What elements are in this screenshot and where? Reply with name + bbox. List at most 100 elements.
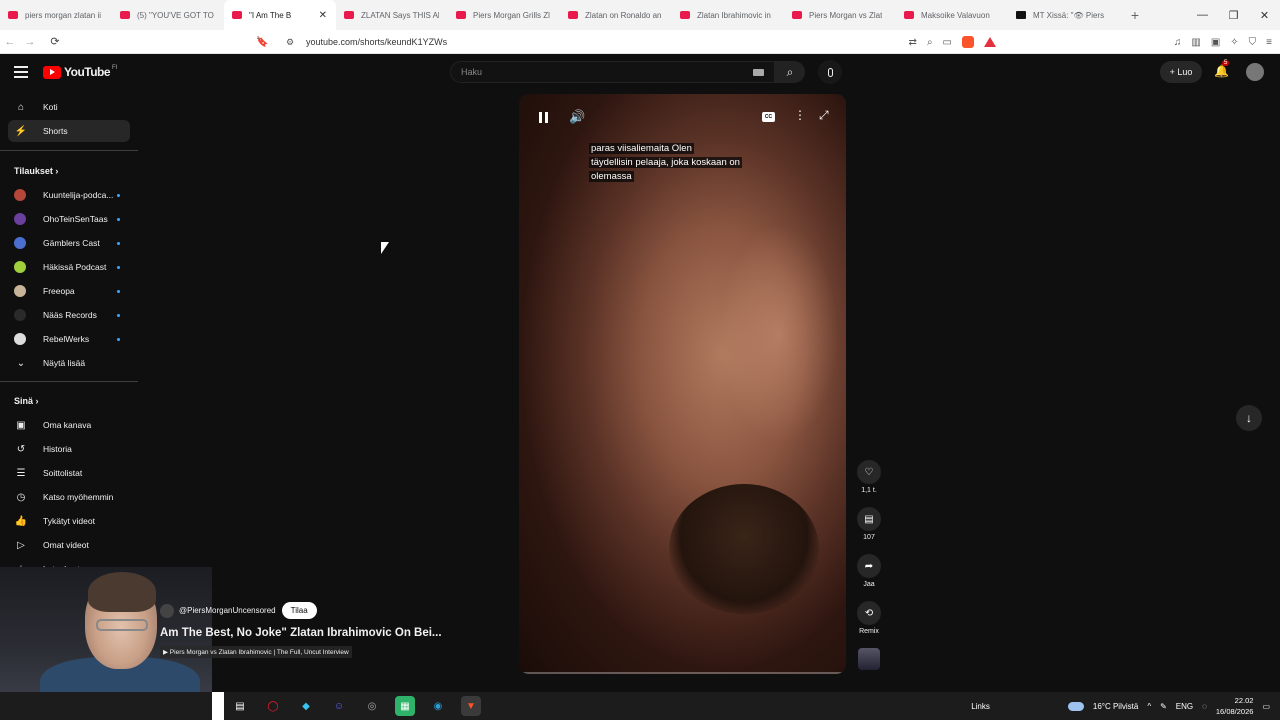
- chevron-up-icon[interactable]: ^: [1147, 702, 1151, 711]
- sidebar-item[interactable]: ◷ Katso myöhemmin: [8, 486, 130, 508]
- browser-tab[interactable]: Piers Morgan Grills Zl: [448, 0, 560, 30]
- bookmark-icon[interactable]: 🔖: [256, 37, 272, 48]
- browser-tab[interactable]: Zlatan on Ronaldo an: [560, 0, 672, 30]
- menu-icon[interactable]: [14, 66, 28, 78]
- links-toolbar[interactable]: Links: [971, 702, 990, 711]
- close-tab-icon[interactable]: ✕: [319, 10, 327, 21]
- sidebar-item[interactable]: ☰ Soittolistat: [8, 462, 130, 484]
- site-info-icon[interactable]: ⚙: [286, 37, 298, 48]
- sidebar-item[interactable]: ▣ Oma kanava: [8, 414, 130, 436]
- translate-icon[interactable]: ⇄: [909, 37, 917, 48]
- weather-icon[interactable]: [1067, 701, 1084, 711]
- related-video-link[interactable]: ▶ Piers Morgan vs Zlatan Ibrahimovic | T…: [160, 646, 352, 658]
- sidebar-item[interactable]: ⌂ Koti: [8, 96, 130, 118]
- more-options-icon[interactable]: ⋮: [794, 108, 806, 122]
- app2-icon[interactable]: ◎: [362, 696, 382, 716]
- language[interactable]: ENG: [1176, 702, 1193, 711]
- notification-center-icon[interactable]: ▭: [1262, 702, 1270, 711]
- opera-icon[interactable]: ◯: [263, 696, 283, 716]
- captions-icon[interactable]: CC: [762, 112, 775, 122]
- media-icon[interactable]: ♫: [1174, 37, 1182, 48]
- your-videos-icon: ▷: [17, 539, 25, 551]
- browser-tab[interactable]: piers morgan zlatan ii: [0, 0, 112, 30]
- remix-button[interactable]: ⟲ Remix: [852, 601, 886, 635]
- taskbar-search-box[interactable]: [212, 692, 224, 720]
- keyboard-icon[interactable]: [753, 69, 764, 76]
- pause-icon[interactable]: [539, 112, 548, 123]
- sidebar-item[interactable]: ↺ Historia: [8, 438, 130, 460]
- task-view-icon[interactable]: ▤: [230, 696, 250, 716]
- channel-avatar[interactable]: [160, 603, 174, 618]
- vpn-icon[interactable]: ⛉: [1249, 37, 1257, 48]
- subscriptions-header[interactable]: Tilaukset ›: [14, 166, 58, 176]
- new-tab-button[interactable]: +: [1120, 7, 1150, 23]
- clock[interactable]: 22.02 16/08/2026: [1216, 695, 1254, 717]
- brave-rewards-icon[interactable]: [984, 37, 996, 47]
- extensions-icon[interactable]: ✧: [1230, 37, 1238, 48]
- video-title[interactable]: Am The Best, No Joke" Zlatan Ibrahimovic…: [160, 627, 460, 639]
- search-button[interactable]: ⌕: [775, 61, 805, 83]
- share-button[interactable]: ➦ Jaa: [852, 554, 886, 588]
- sidebar-item[interactable]: 👍 Tykätyt videot: [8, 510, 130, 532]
- account-avatar[interactable]: [1246, 63, 1264, 81]
- app3-icon[interactable]: ▦: [395, 696, 415, 716]
- notifications-button[interactable]: 🔔 5: [1214, 60, 1230, 78]
- browser-tab[interactable]: (5) "YOU'VE GOT TO D: [112, 0, 224, 30]
- discord-icon[interactable]: ☺: [329, 696, 349, 716]
- subscription-item[interactable]: Gämblers Cast: [8, 232, 130, 254]
- create-button[interactable]: + Luo: [1160, 61, 1202, 83]
- sidebar-item[interactable]: ⚡ Shorts: [8, 120, 130, 142]
- you-header[interactable]: Sinä ›: [14, 396, 39, 406]
- youtube-favicon-icon: [568, 11, 578, 19]
- subscribe-button[interactable]: Tilaa: [281, 602, 317, 619]
- sound-source-button[interactable]: [852, 648, 886, 670]
- like-button[interactable]: ♡ 1,1 t.: [852, 460, 886, 494]
- browser-tab[interactable]: MT Xissä: "👁 Piers: [1008, 0, 1120, 30]
- pen-icon[interactable]: ✎: [1160, 702, 1167, 711]
- back-icon[interactable]: ←: [0, 36, 20, 48]
- search-input[interactable]: Haku: [450, 61, 775, 83]
- url-text[interactable]: youtube.com/shorts/keundK1YZWs: [306, 37, 447, 47]
- weather-text[interactable]: 16°C Pilvistä: [1093, 702, 1138, 711]
- youtube-logo[interactable]: YouTube FI: [43, 65, 117, 79]
- address-bar[interactable]: 🔖 ⚙ youtube.com/shorts/keundK1YZWs ⇄ ⌕ ▭: [256, 32, 996, 52]
- brave-shields-icon[interactable]: [962, 36, 974, 48]
- brave-icon[interactable]: ▼: [461, 696, 481, 716]
- browser-tab[interactable]: Piers Morgan vs Zlat: [784, 0, 896, 30]
- network-icon[interactable]: ◌: [1202, 702, 1207, 711]
- subscription-item[interactable]: Nääs Records: [8, 304, 130, 326]
- zoom-icon[interactable]: ⌕: [927, 37, 933, 48]
- fullscreen-icon[interactable]: ⤢: [819, 108, 829, 123]
- browser-tab[interactable]: "I Am The B ✕: [224, 0, 336, 30]
- app-icon[interactable]: ◆: [296, 696, 316, 716]
- video-progress-bar[interactable]: [519, 672, 846, 674]
- voice-search-button[interactable]: [818, 60, 842, 84]
- close-window-icon[interactable]: ✕: [1249, 9, 1280, 22]
- forward-icon[interactable]: →: [20, 36, 40, 48]
- comment-button[interactable]: ▤ 107: [852, 507, 886, 541]
- subscription-item[interactable]: OhoTeinSenTaas: [8, 208, 130, 230]
- sidebar-item[interactable]: ⌄ Näytä lisää: [8, 352, 130, 374]
- volume-icon[interactable]: 🔊: [569, 109, 585, 125]
- sidebar-item[interactable]: ▷ Omat videot: [8, 534, 130, 556]
- cast-icon[interactable]: ▭: [943, 37, 952, 48]
- browser-tab[interactable]: ZLATAN Says THIS Ab: [336, 0, 448, 30]
- wallet-icon[interactable]: ▣: [1211, 37, 1220, 48]
- subscription-item[interactable]: RebelWerks: [8, 328, 130, 350]
- minimize-icon[interactable]: —: [1187, 9, 1218, 21]
- refresh-icon[interactable]: ⟳: [45, 35, 65, 48]
- subscription-item[interactable]: Häkissä Podcast: [8, 256, 130, 278]
- channel-avatar: [14, 213, 26, 225]
- subscription-item[interactable]: Freeopa: [8, 280, 130, 302]
- next-video-button[interactable]: ↓: [1236, 405, 1262, 431]
- channel-name[interactable]: @PiersMorganUncensored: [179, 606, 276, 615]
- subscription-item[interactable]: Kuuntelija-podca...: [8, 184, 130, 206]
- shorts-video-player[interactable]: 🔊 CC ⋮ ⤢ paras viisaliemaita Olen täydel…: [519, 94, 846, 674]
- window-controls: — ❐ ✕: [1187, 0, 1280, 30]
- browser-tab[interactable]: Zlatan Ibrahimovic in: [672, 0, 784, 30]
- browser-menu-icon[interactable]: ≡: [1266, 37, 1272, 48]
- browser-tab[interactable]: Maksoike Valavuon: [896, 0, 1008, 30]
- edge-icon[interactable]: ◉: [428, 696, 448, 716]
- sidebar-toggle-icon[interactable]: ▥: [1191, 37, 1200, 48]
- restore-icon[interactable]: ❐: [1218, 9, 1249, 22]
